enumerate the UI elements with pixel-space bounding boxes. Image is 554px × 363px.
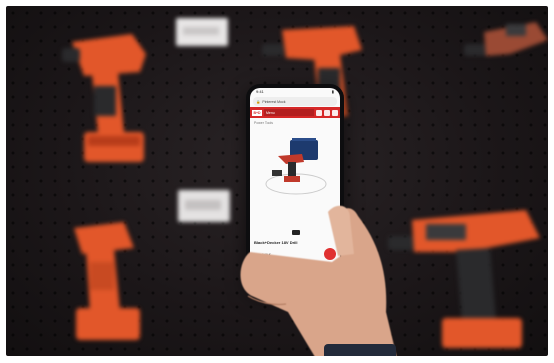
photo-frame: 9:41 ▮ 🔒 Pinterest Mock B+D Menu Power T… [6, 6, 548, 356]
status-bar: 9:41 ▮ [250, 88, 340, 96]
app-header: B+D Menu [250, 107, 340, 118]
drill-bottom-right [388, 210, 540, 348]
drill-top-left [62, 34, 146, 162]
drill-bottom-left [74, 222, 140, 340]
hand [240, 205, 397, 356]
wall-label-middle [178, 190, 230, 222]
menu-button[interactable]: Menu [264, 109, 314, 116]
wall-label-top [176, 18, 228, 46]
search-icon[interactable] [316, 109, 322, 116]
drill-top-right [464, 22, 548, 56]
status-time: 9:41 [256, 89, 264, 94]
breadcrumb[interactable]: Power Tools [250, 118, 340, 128]
lock-icon: 🔒 [256, 99, 261, 104]
browser-url-bar[interactable]: 🔒 Pinterest Mock [253, 97, 337, 106]
user-icon[interactable] [324, 109, 330, 116]
brand-logo[interactable]: B+D [252, 109, 262, 116]
cart-icon[interactable] [332, 109, 338, 116]
battery-icon: ▮ [331, 89, 334, 94]
url-text: Pinterest Mock [262, 99, 286, 104]
suit-sleeve [324, 344, 396, 356]
